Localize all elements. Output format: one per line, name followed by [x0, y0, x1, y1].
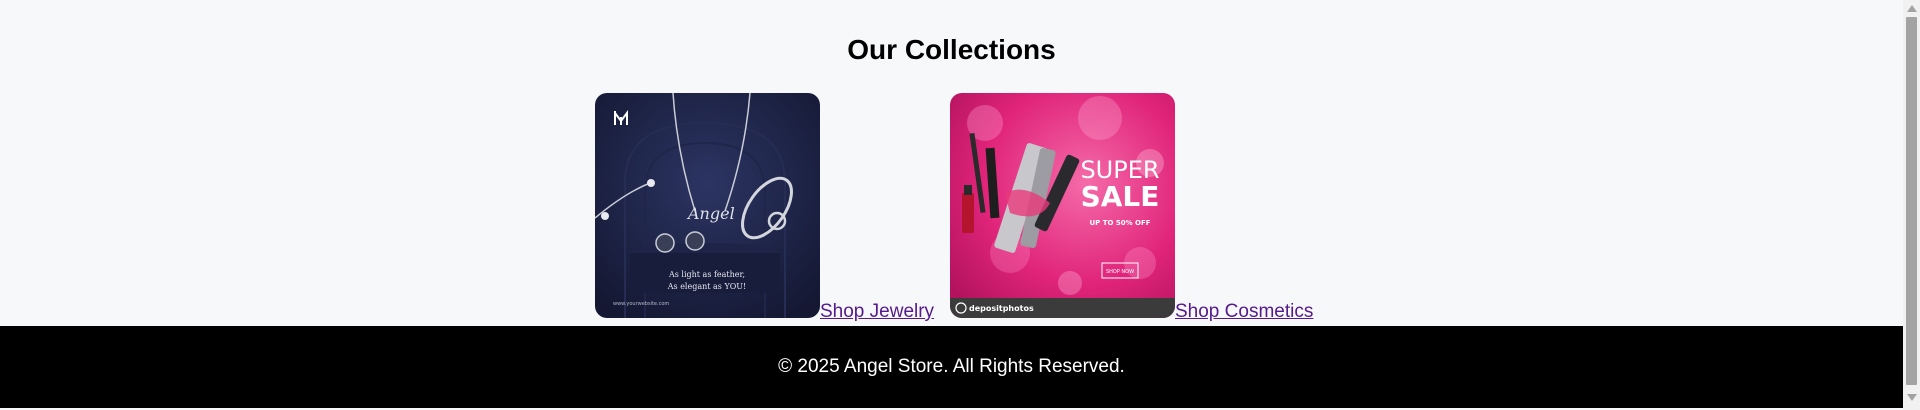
- jewelry-image-line2: As elegant as YOU!: [667, 282, 746, 291]
- jewelry-image-footer: www.yourwebsite.com: [613, 301, 669, 307]
- cosmetics-image-sub: UP TO 50% OFF: [1089, 219, 1150, 227]
- footer-copyright: © 2025 Angel Store. All Rights Reserved.: [778, 356, 1125, 377]
- section-title: Our Collections: [847, 34, 1056, 65]
- arrow-down-icon: [1906, 394, 1917, 401]
- cosmetics-image-heading2: SALE: [1081, 180, 1160, 213]
- jewelry-image-graphic: Angel As light as feather, As elegant as…: [595, 93, 820, 318]
- jewelry-image-script: Angel: [686, 204, 735, 223]
- scroll-thumb[interactable]: [1906, 17, 1917, 385]
- page: Our Collections Angel As light as feathe…: [0, 0, 1903, 410]
- cosmetics-image[interactable]: SUPER SALE UP TO 50% OFF SHOP NOW deposi…: [950, 93, 1175, 318]
- footer: © 2025 Angel Store. All Rights Reserved.: [0, 326, 1903, 408]
- shop-jewelry-link[interactable]: Shop Jewelry: [820, 301, 934, 323]
- cosmetics-image-graphic: SUPER SALE UP TO 50% OFF SHOP NOW deposi…: [950, 93, 1175, 318]
- cosmetics-image-watermark: depositphotos: [969, 304, 1034, 313]
- jewelry-image-line1: As light as feather,: [668, 270, 745, 279]
- scroll-up-button[interactable]: [1903, 0, 1920, 17]
- shop-cosmetics-link[interactable]: Shop Cosmetics: [1175, 301, 1313, 323]
- jewelry-image[interactable]: Angel As light as feather, As elegant as…: [595, 93, 820, 318]
- scroll-down-button[interactable]: [1903, 389, 1920, 406]
- arrow-up-icon: [1906, 5, 1917, 12]
- collections-section: Our Collections Angel As light as feathe…: [0, 0, 1903, 326]
- vertical-scrollbar[interactable]: [1903, 0, 1920, 410]
- cosmetics-image-button: SHOP NOW: [1106, 269, 1134, 275]
